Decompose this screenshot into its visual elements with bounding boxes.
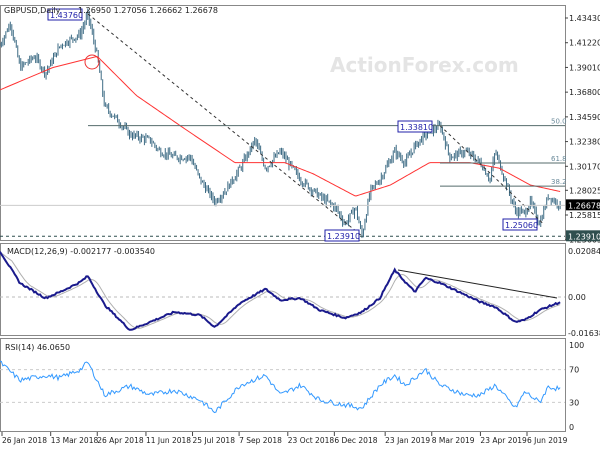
macd-tick-label: -0.016389: [568, 329, 600, 338]
rsi-tick-label: 70: [569, 366, 579, 375]
fib-level-label: 61.8: [551, 155, 567, 163]
macd-signal-line: [0, 251, 561, 329]
date-tick-label: 25 Jul 2018: [193, 436, 236, 445]
rsi-tick-label: 100: [569, 341, 584, 350]
date-tick-label: 26 Jan 2018: [2, 436, 47, 445]
price-tick-label: 1.36800: [569, 88, 600, 97]
price-tick-label: 1.28025: [569, 186, 600, 195]
high-label-2: 1.33810: [400, 123, 433, 132]
price-tick-label: 1.41220: [569, 39, 600, 48]
moving-average-line: [0, 55, 561, 197]
rsi-line: [0, 360, 561, 414]
watermark: ActionForex.com: [330, 53, 519, 77]
date-tick-label: 6 Jun 2019: [527, 436, 568, 445]
trend-line-down: [87, 13, 363, 237]
date-tick-label: 23 Oct 2018: [288, 436, 335, 445]
macd-line: [0, 251, 561, 331]
fib-level-label: 50.0: [551, 118, 567, 126]
low-label-2: 1.25060: [505, 221, 538, 230]
support-price-label: 1.23910: [568, 232, 600, 241]
price-tick-label: 1.32380: [569, 138, 600, 147]
fib-level-label: 38.2: [551, 178, 567, 186]
macd-title: MACD(12,26,9) -0.002177 -0.003540: [7, 247, 155, 256]
date-tick-label: 8 Mar 2019: [432, 436, 475, 445]
rsi-panel: [0, 338, 566, 432]
marker-circle: [84, 54, 100, 70]
date-tick-label: 26 Apr 2018: [97, 436, 144, 445]
gbpusd-chart: ActionForex.com 50.0 61.8 38.2 1.43760 1.239…: [0, 0, 600, 450]
current-price-label: 1.26678: [568, 201, 600, 210]
macd-tick-label: 0.00: [568, 293, 586, 302]
chart-canvas: ActionForex.com 50.061.838.21.437601.239…: [0, 5, 600, 445]
macd-panel: [0, 243, 566, 336]
date-tick-label: 11 Jun 2018: [146, 436, 191, 445]
price-tick-label: 1.30170: [569, 162, 600, 171]
rsi-title: RSI(14) 46.0650: [5, 343, 70, 352]
low-label: 1.23910: [327, 232, 360, 241]
price-tick-label: 1.34590: [569, 113, 600, 122]
date-tick-label: 23 Apr 2019: [480, 436, 527, 445]
macd-tick-label: 0.020848: [568, 247, 600, 256]
ohlc-readout: 1.26950 1.27056 1.26662 1.26678: [78, 6, 218, 15]
rsi-tick-label: 0: [569, 423, 574, 432]
price-title: GBPUSD,Daily: [4, 6, 61, 15]
date-tick-label: 6 Dec 2018: [334, 436, 377, 445]
price-tick-label: 1.43430: [569, 14, 600, 23]
price-tick-label: 1.25815: [569, 211, 600, 220]
rsi-tick-label: 30: [569, 398, 579, 407]
date-tick-label: 13 Mar 2018: [51, 436, 99, 445]
date-tick-label: 7 Sep 2018: [239, 436, 282, 445]
price-tick-label: 1.39010: [569, 63, 600, 72]
date-tick-label: 23 Jan 2019: [385, 436, 430, 445]
